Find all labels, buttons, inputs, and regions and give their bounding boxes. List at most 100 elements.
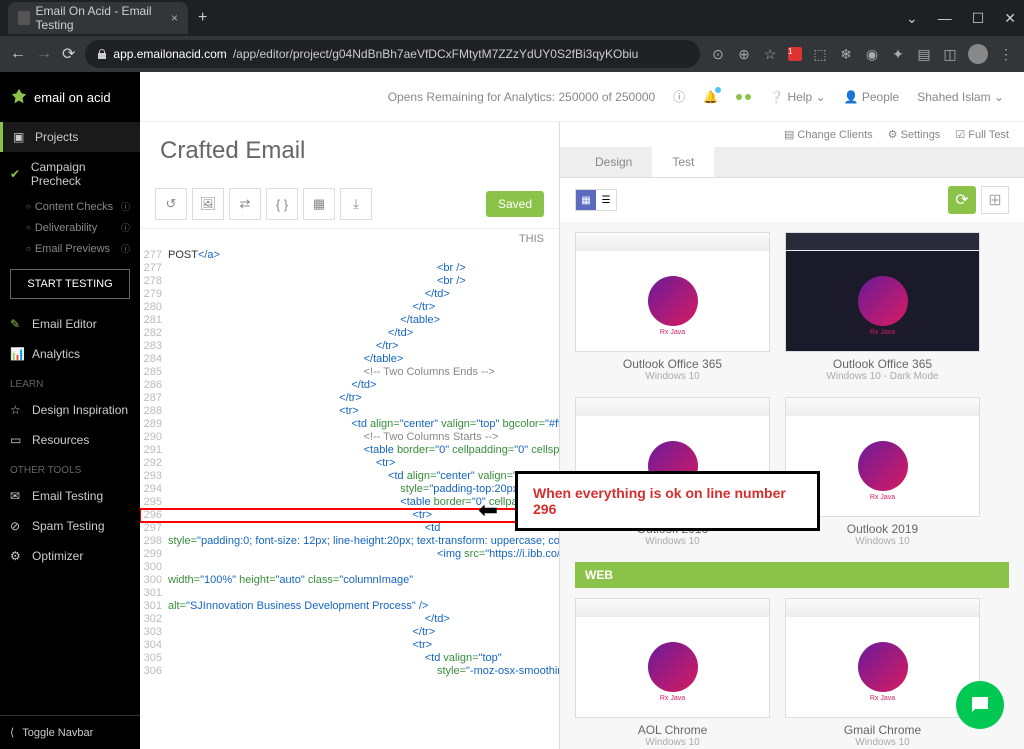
zoom-icon[interactable]: ⊕ [736, 46, 752, 62]
sidebar-sub-content-checks[interactable]: Content Checksⓘ [0, 196, 140, 217]
code-line[interactable]: 298style="padding:0; font-size: 12px; li… [140, 535, 559, 548]
list-view-button[interactable]: ☰ [596, 190, 616, 210]
code-line[interactable]: 284 </table> [140, 353, 559, 366]
grid-button[interactable]: ▦ [303, 188, 335, 220]
undo-button[interactable]: ↺ [155, 188, 187, 220]
code-line[interactable]: 277POST</a> [140, 249, 559, 262]
sidebar-item-email-testing[interactable]: ✉ Email Testing [0, 481, 140, 511]
preview-card[interactable]: Rx JavaOutlook Office 365Windows 10 - Da… [785, 232, 980, 382]
back-button[interactable]: ← [10, 45, 26, 63]
preview-card[interactable]: Rx JavaGmail ChromeWindows 10 [785, 598, 980, 748]
line-number: 301 [140, 587, 168, 600]
preview-os: Windows 10 [785, 536, 980, 547]
help-menu[interactable]: ❔ Help ⌄ [769, 90, 825, 104]
code-line[interactable]: 300width="100%" height="auto" class="col… [140, 574, 559, 587]
logo[interactable]: email on acid [0, 72, 140, 122]
settings-link[interactable]: ⚙ Settings [888, 128, 941, 141]
braces-button[interactable]: { } [266, 188, 298, 220]
code-line[interactable]: 303 </tr> [140, 626, 559, 639]
columns-button[interactable]: ⊞ [981, 186, 1009, 214]
star-icon[interactable]: ☆ [762, 46, 778, 62]
code-line[interactable]: 301 [140, 587, 559, 600]
code-line[interactable]: 286 </td> [140, 379, 559, 392]
code-line[interactable]: 287 </tr> [140, 392, 559, 405]
sidebar-item-projects[interactable]: ▣ Projects [0, 122, 140, 152]
code-line[interactable]: 291 <table border="0" cellpadding="0" ce… [140, 444, 559, 457]
code-line[interactable]: 292 <tr> [140, 457, 559, 470]
code-line[interactable]: 293 <td align="center" valign="top" clas… [140, 470, 559, 483]
code-line[interactable]: 302 </td> [140, 613, 559, 626]
code-line[interactable]: 285 <!-- Two Columns Ends --> [140, 366, 559, 379]
puzzle-icon[interactable]: ✦ [890, 46, 906, 62]
extension-icon[interactable]: ▤ [916, 46, 932, 62]
code-line[interactable]: 283 </tr> [140, 340, 559, 353]
chevron-down-icon[interactable]: ⌄ [906, 10, 918, 27]
minimize-icon[interactable]: — [938, 10, 952, 27]
info-icon[interactable]: ⓘ [673, 88, 685, 105]
code-line[interactable]: 281 </table> [140, 314, 559, 327]
sidebar-sub-email-previews[interactable]: Email Previewsⓘ [0, 238, 140, 259]
extension-icon[interactable]: ◉ [864, 46, 880, 62]
refresh-button[interactable]: ⟳ [948, 186, 976, 214]
bell-icon[interactable]: 🔔 [703, 90, 718, 104]
close-tab-icon[interactable]: × [171, 11, 178, 25]
change-clients-link[interactable]: ▤ Change Clients [784, 128, 873, 141]
sidebar-item-optimizer[interactable]: ⚙ Optimizer [0, 541, 140, 571]
sidebar-item-design-inspiration[interactable]: ☆ Design Inspiration [0, 395, 140, 425]
people-link[interactable]: 👤 People [844, 90, 900, 104]
code-line[interactable]: 306 style="-moz-osx-smoothing: grayscale… [140, 665, 559, 678]
code-line[interactable]: 299 <img src="https://i.ibb.co/L9hg7Xt/b… [140, 548, 559, 561]
menu-icon[interactable]: ⋮ [998, 46, 1014, 62]
profile-avatar[interactable] [968, 44, 988, 64]
code-line[interactable]: 290 <!-- Two Columns Starts --> [140, 431, 559, 444]
code-line[interactable]: 278 <br /> [140, 275, 559, 288]
forward-button[interactable]: → [36, 45, 52, 63]
sidebar-item-spam-testing[interactable]: ⊘ Spam Testing [0, 511, 140, 541]
extension-icon[interactable]: ⬚ [812, 46, 828, 62]
code-line[interactable]: 300 [140, 561, 559, 574]
export-button[interactable]: ⤓ [340, 188, 372, 220]
code-line[interactable]: 304 <tr> [140, 639, 559, 652]
tab-test[interactable]: Test [652, 147, 714, 177]
code-line[interactable]: 280 </tr> [140, 301, 559, 314]
code-line[interactable]: 288 <tr> [140, 405, 559, 418]
extension-icon[interactable]: ◫ [942, 46, 958, 62]
search-icon[interactable]: ⊙ [710, 46, 726, 62]
lock-icon [97, 49, 107, 59]
grid-view-button[interactable]: ▦ [576, 190, 596, 210]
code-line[interactable]: 301alt="SJInnovation Business Developmen… [140, 600, 559, 613]
reload-button[interactable]: ⟳ [62, 44, 75, 64]
extension-badge-icon[interactable]: 1 [788, 47, 802, 61]
tab-design[interactable]: Design [575, 147, 652, 177]
page-title: Crafted Email [140, 122, 559, 180]
chat-fab[interactable] [956, 681, 1004, 729]
sidebar-item-analytics[interactable]: 📊 Analytics [0, 339, 140, 369]
browser-tab[interactable]: Email On Acid - Email Testing × [8, 2, 188, 34]
new-tab-button[interactable]: + [198, 9, 207, 27]
image-button[interactable]: 🖼 [192, 188, 224, 220]
sidebar-item-resources[interactable]: ▭ Resources [0, 425, 140, 455]
code-line[interactable]: 277 <br /> [140, 262, 559, 275]
sidebar-item-campaign[interactable]: ✔ Campaign Precheck [0, 152, 140, 196]
sidebar-sub-deliverability[interactable]: Deliverabilityⓘ [0, 217, 140, 238]
code-line[interactable]: 294 style="padding-top:20px;"> [140, 483, 559, 496]
swap-button[interactable]: ⇄ [229, 188, 261, 220]
sidebar-label: Resources [32, 433, 89, 447]
code-line[interactable]: 279 </td> [140, 288, 559, 301]
close-icon[interactable]: ✕ [1004, 10, 1016, 27]
code-line[interactable]: 282 </td> [140, 327, 559, 340]
user-menu[interactable]: Shahed Islam ⌄ [917, 90, 1004, 104]
line-number: 297 [140, 522, 168, 535]
address-bar[interactable]: app.emailonacid.com/app/editor/project/g… [85, 40, 700, 68]
code-line[interactable]: 289 <td align="center" valign="top" bgco… [140, 418, 559, 431]
start-testing-button[interactable]: START TESTING [10, 269, 130, 299]
toggle-navbar[interactable]: ⟨ Toggle Navbar [0, 715, 140, 749]
full-test-link[interactable]: ☑ Full Test [955, 128, 1009, 141]
callout-text: When everything is ok on line number 296 [533, 485, 802, 517]
code-line[interactable]: 305 <td valign="top" [140, 652, 559, 665]
sidebar-item-email-editor[interactable]: ✎ Email Editor [0, 309, 140, 339]
preview-card[interactable]: Rx JavaAOL ChromeWindows 10 [575, 598, 770, 748]
preview-card[interactable]: Rx JavaOutlook Office 365Windows 10 [575, 232, 770, 382]
maximize-icon[interactable]: ☐ [972, 10, 985, 27]
snowflake-icon[interactable]: ❄ [838, 46, 854, 62]
